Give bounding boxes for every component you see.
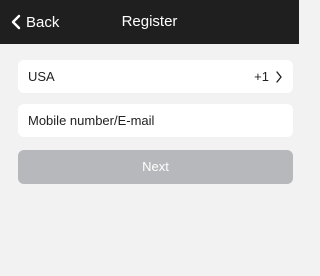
chevron-right-icon [275,70,283,83]
page-title: Register [121,13,178,30]
account-field-container [18,104,293,137]
country-code: +1 [254,69,269,84]
top-bar: Back Register [0,0,299,44]
account-input[interactable] [28,113,283,128]
country-code-group: +1 [254,69,283,84]
country-name: USA [28,69,55,84]
country-selector[interactable]: USA +1 [18,60,293,93]
next-button[interactable]: Next [18,150,293,184]
